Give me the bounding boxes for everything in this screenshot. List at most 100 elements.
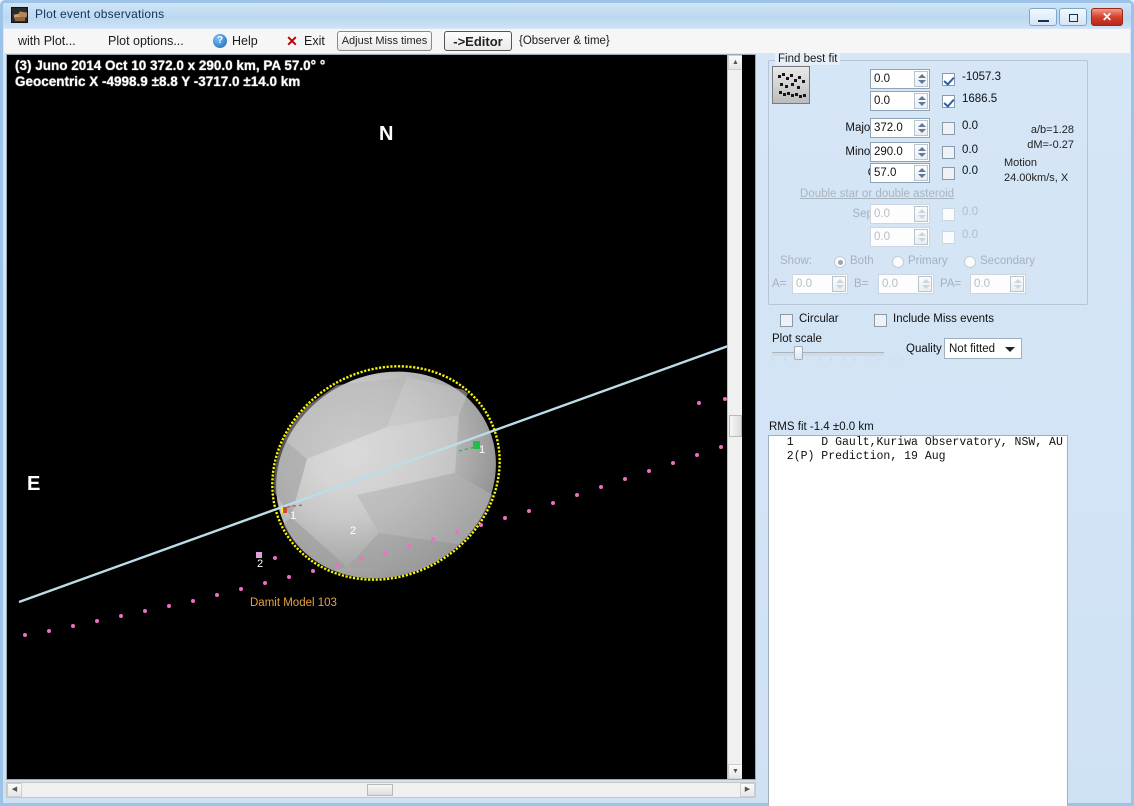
- circular-label: Circular: [799, 313, 839, 325]
- close-button[interactable]: ✕: [1091, 8, 1123, 26]
- help-button[interactable]: Help: [232, 29, 258, 53]
- horizontal-scroll-thumb[interactable]: [367, 784, 393, 796]
- chord-number-1b: 1: [479, 444, 486, 456]
- sepn-fitted-value: 0.0: [962, 206, 978, 218]
- major-axis-value: 372.0: [874, 122, 903, 134]
- list-item[interactable]: 1 D Gault,Kuriwa Observatory, NSW, AU: [769, 436, 1067, 450]
- editor-button[interactable]: ->Editor: [444, 31, 512, 51]
- scatter-fit-icon[interactable]: [772, 66, 810, 104]
- show-both-radio[interactable]: [834, 256, 846, 268]
- orientation-input[interactable]: 57.0: [870, 163, 930, 183]
- pa-of-2nd-input[interactable]: 0.0: [870, 227, 930, 247]
- scroll-right-arrow-icon[interactable]: ▶: [740, 783, 755, 797]
- major-axis-input[interactable]: 372.0: [870, 118, 930, 138]
- vertical-scroll-thumb[interactable]: [729, 415, 742, 437]
- include-miss-events-checkbox[interactable]: [874, 314, 887, 327]
- plot-horizontal-scrollbar[interactable]: ◀ ▶: [6, 782, 756, 798]
- chevron-down-icon[interactable]: [1005, 347, 1015, 352]
- minor-axis-checkbox[interactable]: [942, 146, 955, 159]
- double-star-section-title: Double star or double asteroid: [800, 188, 955, 200]
- with-plot-menu[interactable]: with Plot...: [18, 29, 76, 53]
- sepn-checkbox[interactable]: [942, 208, 955, 221]
- observer-time-label: {Observer & time}: [519, 35, 610, 47]
- b-stepper[interactable]: [918, 276, 932, 292]
- scroll-up-arrow-icon[interactable]: ▲: [728, 55, 742, 70]
- help-icon[interactable]: ?: [213, 34, 227, 48]
- orientation-value: 57.0: [874, 167, 897, 179]
- application-window: Plot event observations ✕ with Plot... P…: [0, 0, 1134, 806]
- compass-north-label: N: [379, 123, 394, 145]
- pa-of-2nd-stepper[interactable]: [914, 229, 928, 245]
- show-secondary-radio[interactable]: [964, 256, 976, 268]
- center-x-input[interactable]: 0.0: [870, 69, 930, 89]
- close-icon-exit[interactable]: ✕: [285, 33, 299, 49]
- plot-canvas[interactable]: (3) Juno 2014 Oct 10 372.0 x 290.0 km, P…: [7, 55, 742, 779]
- major-axis-checkbox[interactable]: [942, 122, 955, 135]
- center-y-input[interactable]: 0.0: [870, 91, 930, 111]
- plot-scale-ticks: ' ' ' ' ' ' ' ' ' ' ' ': [772, 358, 907, 367]
- chord-number-2b: 2: [257, 558, 264, 570]
- a-label: A=: [772, 278, 787, 290]
- plot-header-line1: (3) Juno 2014 Oct 10 372.0 x 290.0 km, P…: [15, 58, 326, 73]
- minor-axis-value: 290.0: [874, 146, 903, 158]
- pa-stepper[interactable]: [1010, 276, 1024, 292]
- adjust-miss-times-button[interactable]: Adjust Miss times: [337, 31, 432, 51]
- dm-info: dM=-0.27: [1027, 139, 1074, 151]
- major-axis-stepper[interactable]: [914, 120, 928, 136]
- center-y-checkbox[interactable]: [942, 95, 955, 108]
- app-icon: [11, 7, 28, 23]
- orientation-stepper[interactable]: [914, 165, 928, 181]
- show-secondary-label: Secondary: [980, 255, 1035, 267]
- major-axis-fitted-value: 0.0: [962, 120, 978, 132]
- a-stepper[interactable]: [832, 276, 846, 292]
- show-primary-radio[interactable]: [892, 256, 904, 268]
- center-x-stepper[interactable]: [914, 71, 928, 87]
- center-y-stepper[interactable]: [914, 93, 928, 109]
- find-best-fit-title: Find best fit: [775, 53, 841, 65]
- plot-vertical-scrollbar[interactable]: ▲ ▼: [727, 55, 742, 779]
- shape-model-label: Damit Model 103: [250, 597, 337, 609]
- b-input[interactable]: 0.0: [878, 274, 934, 294]
- occultation-plot-svg: [18, 339, 742, 637]
- pa-of-2nd-checkbox[interactable]: [942, 231, 955, 244]
- quality-select[interactable]: Not fitted: [944, 338, 1022, 359]
- minor-axis-stepper[interactable]: [914, 144, 928, 160]
- maximize-button[interactable]: [1059, 8, 1087, 26]
- show-primary-label: Primary: [908, 255, 948, 267]
- plot-header: (3) Juno 2014 Oct 10 372.0 x 290.0 km, P…: [15, 58, 325, 90]
- pa-input[interactable]: 0.0: [970, 274, 1026, 294]
- orientation-checkbox[interactable]: [942, 167, 955, 180]
- scroll-left-arrow-icon[interactable]: ◀: [7, 783, 22, 797]
- title-bar: Plot event observations ✕: [3, 3, 1131, 28]
- quality-label: Quality: [906, 343, 942, 355]
- motion-label: Motion: [1004, 157, 1038, 169]
- sepn-stepper[interactable]: [914, 206, 928, 222]
- b-value: 0.0: [882, 278, 898, 290]
- close-icon: ✕: [1101, 10, 1113, 24]
- plot-scale-slider-track[interactable]: [772, 352, 884, 356]
- minor-axis-input[interactable]: 290.0: [870, 142, 930, 162]
- rms-fit-label: RMS fit -1.4 ±0.0 km: [769, 421, 874, 433]
- pa-label: PA=: [940, 278, 962, 290]
- b-label: B=: [854, 278, 869, 290]
- center-x-checkbox[interactable]: [942, 73, 955, 86]
- minimize-button[interactable]: [1029, 8, 1057, 26]
- plot-scale-label: Plot scale: [772, 333, 822, 345]
- center-x-fitted-value: -1057.3: [962, 71, 1002, 83]
- asteroid-shape-model: [269, 371, 496, 579]
- pa-value: 0.0: [974, 278, 990, 290]
- exit-button[interactable]: Exit: [304, 29, 325, 53]
- plot-options-menu[interactable]: Plot options...: [108, 29, 184, 53]
- minor-axis-fitted-value: 0.0: [962, 144, 978, 156]
- a-value: 0.0: [796, 278, 812, 290]
- list-item[interactable]: 2(P) Prediction, 19 Aug: [769, 450, 1067, 464]
- a-input[interactable]: 0.0: [792, 274, 848, 294]
- window-title: Plot event observations: [35, 7, 165, 21]
- observations-listbox[interactable]: 1 D Gault,Kuriwa Observatory, NSW, AU 2(…: [768, 435, 1068, 806]
- circular-checkbox[interactable]: [780, 314, 793, 327]
- sepn-input[interactable]: 0.0: [870, 204, 930, 224]
- plot-header-line2: Geocentric X -4998.9 ±8.8 Y -3717.0 ±14.…: [15, 74, 301, 89]
- scroll-down-arrow-icon[interactable]: ▼: [728, 764, 742, 779]
- show-label: Show:: [780, 255, 812, 267]
- chord-number-1a: 1: [290, 510, 297, 522]
